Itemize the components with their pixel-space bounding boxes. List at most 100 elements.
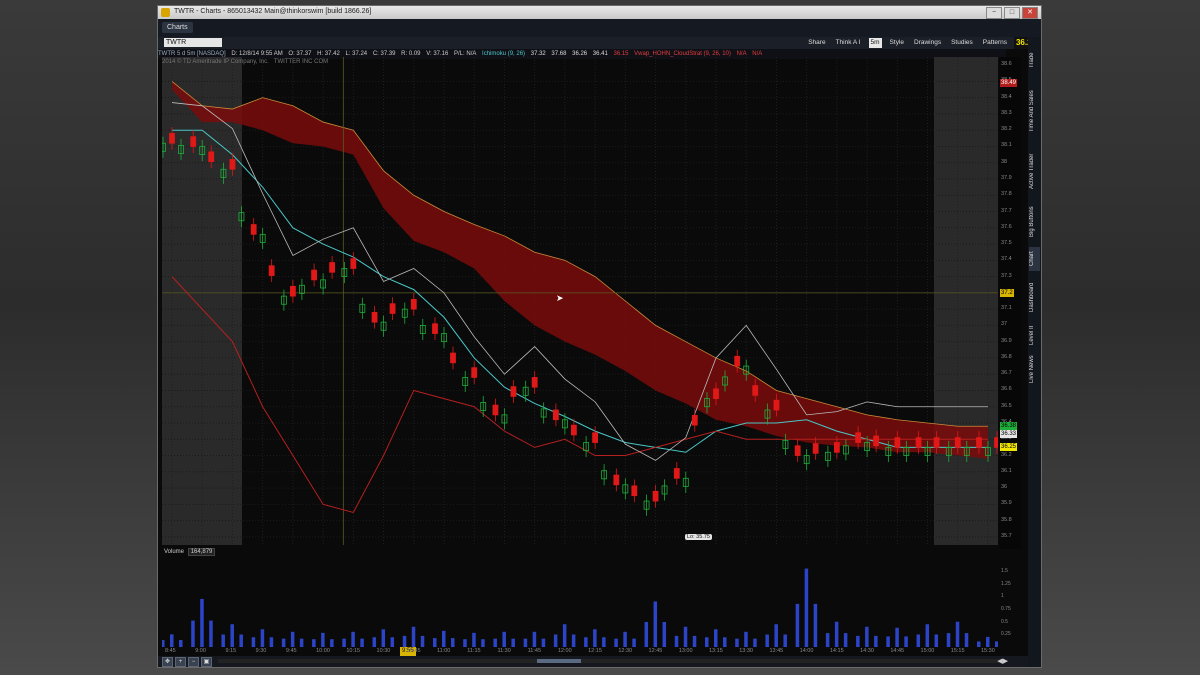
drawings-button[interactable]: Drawings xyxy=(912,38,943,48)
side-tab-time-and-sales[interactable]: Time And Sales xyxy=(1029,81,1040,141)
volume-bar xyxy=(260,629,265,647)
volume-bar xyxy=(653,601,658,647)
price-tick-label: 38.4 xyxy=(1001,93,1012,100)
volume-chart[interactable] xyxy=(162,561,998,647)
volume-bar xyxy=(360,638,364,647)
horizontal-scrollbar[interactable] xyxy=(218,659,1004,663)
patterns-button[interactable]: Patterns xyxy=(981,38,1009,48)
volume-bar xyxy=(299,638,304,647)
side-tab-dashboard[interactable]: Dashboard xyxy=(1029,275,1040,319)
candle-body xyxy=(915,437,922,448)
side-tab-active-trader[interactable]: Active Trader xyxy=(1029,145,1040,197)
volume-tick-label: 1.5 xyxy=(1001,568,1008,575)
candle-body xyxy=(570,424,577,436)
volume-bar xyxy=(925,624,930,647)
price-badge-white: 36.33 xyxy=(1000,430,1018,439)
price-badge-green: 36.38 xyxy=(1000,422,1018,431)
volume-bar xyxy=(502,631,506,647)
time-tick-label: 13:30 xyxy=(739,648,753,654)
volume-bar xyxy=(281,638,286,647)
volume-bar xyxy=(532,631,537,647)
low-price-label: Lo: 35.75 xyxy=(685,534,712,540)
time-tick-label: 11:00 xyxy=(437,648,451,654)
price-tick-label: 38.2 xyxy=(1001,126,1012,133)
side-tab-level-ii[interactable]: Level II xyxy=(1029,323,1040,347)
volume-bar xyxy=(584,637,588,647)
side-tab-trade[interactable]: Trade xyxy=(1029,45,1040,75)
timeframe-button[interactable]: 5m xyxy=(868,38,882,48)
volume-bar xyxy=(765,634,769,647)
volume-tick-label: 0.75 xyxy=(1001,606,1011,613)
candle-body xyxy=(410,298,417,310)
volume-bar xyxy=(463,639,467,647)
volume-bar xyxy=(191,620,195,647)
scrollbar-thumb[interactable] xyxy=(537,659,581,663)
style-button[interactable]: Style xyxy=(888,38,906,48)
right-side-tabs: Trade Time And Sales Active Trader Big B… xyxy=(1028,37,1041,667)
volume-label: Volume xyxy=(164,549,185,555)
title-bar: TWTR - Charts - 865013432 Main@thinkorsw… xyxy=(158,6,1041,19)
volume-bar xyxy=(200,598,204,647)
volume-bar xyxy=(451,638,455,647)
share-button[interactable]: Share xyxy=(806,38,827,48)
price-chart[interactable] xyxy=(162,57,998,545)
close-button[interactable]: ✕ xyxy=(1022,7,1038,19)
time-tick-label: 9:45 xyxy=(285,648,297,654)
symbol-input[interactable]: TWTR xyxy=(164,38,222,47)
volume-bar xyxy=(674,635,679,647)
time-tick-label: 14:15 xyxy=(829,648,844,654)
volume-bar xyxy=(571,634,576,647)
volume-bar xyxy=(705,637,709,647)
price-tick-label: 36.5 xyxy=(1001,402,1012,409)
price-axis[interactable]: 38.638.538.438.338.238.13837.937.837.737… xyxy=(999,57,1021,549)
time-tick-label: 15:30 xyxy=(981,648,995,654)
volume-bar xyxy=(614,638,618,647)
candle-body xyxy=(752,385,759,396)
time-tick-label: 15:00 xyxy=(920,648,935,654)
window-controls: − □ ✕ xyxy=(986,7,1038,19)
bottom-bar: ✥ + − ▣ ◀▶ xyxy=(158,656,1028,667)
price-tick-label: 35.8 xyxy=(1001,516,1012,523)
time-tick-label: 13:45 xyxy=(769,648,784,654)
time-tick-label: 11:45 xyxy=(527,648,542,654)
candle-body xyxy=(613,474,620,486)
pan-icon[interactable]: ✥ xyxy=(162,657,173,667)
candle-body xyxy=(713,388,719,399)
maximize-button[interactable]: □ xyxy=(1004,7,1020,19)
studies-button[interactable]: Studies xyxy=(949,38,975,48)
price-tick-label: 37 xyxy=(1001,321,1008,328)
volume-bar xyxy=(351,631,355,647)
time-tick-label: 9:00 xyxy=(195,648,206,654)
minimize-button[interactable]: − xyxy=(986,7,1002,19)
fit-icon[interactable]: ▣ xyxy=(201,657,212,667)
volume-bar xyxy=(874,635,878,647)
scroll-arrows-icon[interactable]: ◀▶ xyxy=(997,657,1008,665)
side-tab-chart[interactable]: Chart xyxy=(1029,247,1040,271)
side-tab-live-news[interactable]: Live News xyxy=(1029,351,1040,387)
volume-bar xyxy=(865,626,869,647)
volume-value: 164,879 xyxy=(187,548,216,556)
chart-toolbar: TWTR Share Think A I 5m Style Drawings S… xyxy=(158,37,1041,49)
candle-body xyxy=(190,136,197,147)
time-axis[interactable]: 9:55 8:45 9:00 9:15 9:30 9:45 10:00 10:15 10:30… xyxy=(158,647,1006,656)
volume-bar xyxy=(433,638,437,647)
zoom-controls: ✥ + − ▣ xyxy=(162,657,212,667)
time-tick-label: 13:00 xyxy=(678,648,693,654)
volume-bar xyxy=(251,637,256,647)
tab-charts[interactable]: Charts xyxy=(162,22,193,33)
volume-bar xyxy=(804,568,809,647)
chart-window: TWTR - Charts - 865013432 Main@thinkorsw… xyxy=(157,5,1042,668)
price-tick-label: 37.3 xyxy=(1001,272,1012,279)
think-ai-button[interactable]: Think A I xyxy=(834,38,863,48)
side-tab-big-buttons[interactable]: Big Buttons xyxy=(1029,201,1040,243)
volume-bar xyxy=(230,624,234,647)
price-tick-label: 36.2 xyxy=(1001,451,1012,458)
price-tick-label: 37.5 xyxy=(1001,240,1012,247)
volume-bar xyxy=(834,621,839,647)
zoom-in-icon[interactable]: + xyxy=(175,657,186,667)
time-tick-label: 9:30 xyxy=(255,648,267,654)
candle-body xyxy=(773,399,780,411)
volume-bar xyxy=(774,624,778,647)
candle-body xyxy=(954,437,961,448)
zoom-out-icon[interactable]: − xyxy=(188,657,199,667)
